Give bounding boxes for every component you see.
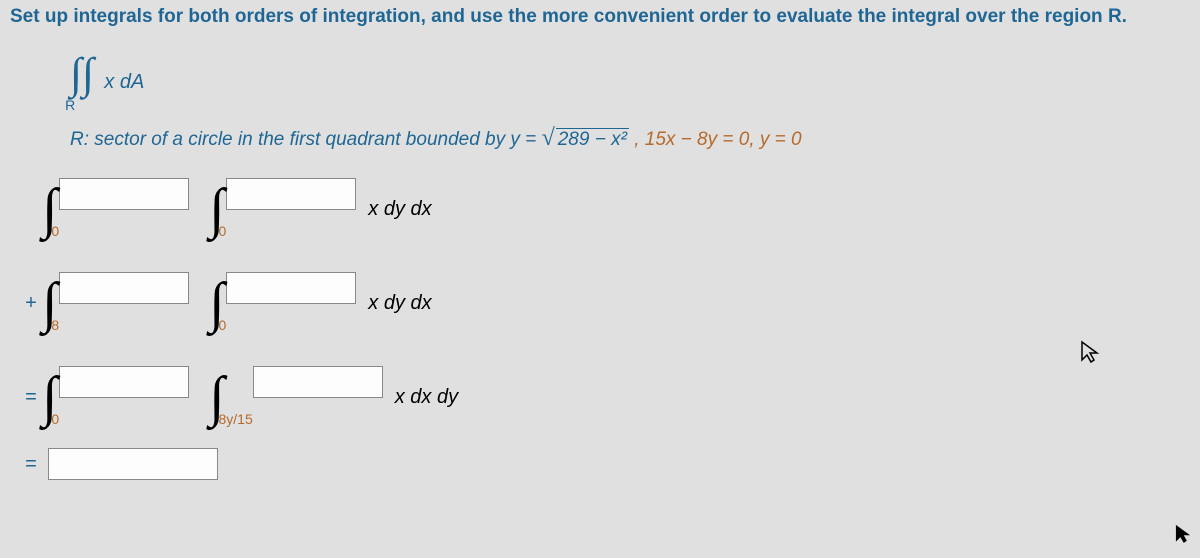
integral-expression: ∫∫ R x dA xyxy=(10,48,1190,113)
integrand-tail: x dy dx xyxy=(368,198,431,221)
region-suffix: , 15x − 8y = 0, y = 0 xyxy=(634,129,801,150)
double-integral-symbol: ∫∫ xyxy=(70,49,94,98)
radical-symbol: √ xyxy=(542,125,555,152)
problem-prompt: Set up integrals for both orders of inte… xyxy=(10,6,1190,28)
sqrt-expression: √ 289 − x² xyxy=(542,125,629,152)
final-answer-row: = xyxy=(20,448,1190,480)
integral-row-2: + ∫ 8 ∫ 0 x dy dx xyxy=(20,258,1190,348)
upper-limit-input-3b[interactable] xyxy=(253,366,383,398)
upper-limit-input-2a[interactable] xyxy=(59,272,189,304)
cursor-icon xyxy=(1174,524,1192,550)
integral-row-3: = ∫ 0 ∫ 8y/15 x dx dy xyxy=(20,352,1190,442)
final-answer-input[interactable] xyxy=(48,448,218,480)
upper-limit-input-1b[interactable] xyxy=(226,178,356,210)
int-symbol: ∫ xyxy=(209,369,224,425)
int-symbol: ∫ xyxy=(209,275,224,331)
final-op: = xyxy=(20,453,42,476)
upper-limit-input-3a[interactable] xyxy=(59,366,189,398)
integrand: x dA xyxy=(104,71,144,93)
int-symbol: ∫ xyxy=(42,275,57,331)
int-symbol: ∫ xyxy=(42,181,57,237)
region-prefix: R: sector of a circle in the first quadr… xyxy=(70,129,542,150)
cursor-icon xyxy=(1080,340,1100,370)
row2-op: + xyxy=(20,292,42,315)
upper-limit-input-2b[interactable] xyxy=(226,272,356,304)
int-symbol: ∫ xyxy=(42,369,57,425)
radicand: 289 − x² xyxy=(556,128,629,151)
integrand-tail: x dx dy xyxy=(395,386,458,409)
upper-limit-input-1a[interactable] xyxy=(59,178,189,210)
integral-row-1: ∫ 0 ∫ 0 x dy dx xyxy=(20,164,1190,254)
integrand-tail: x dy dx xyxy=(368,292,431,315)
region-description: R: sector of a circle in the first quadr… xyxy=(10,125,1190,152)
row3-op: = xyxy=(20,386,42,409)
int-symbol: ∫ xyxy=(209,181,224,237)
integral-region-sub: R xyxy=(65,97,75,113)
